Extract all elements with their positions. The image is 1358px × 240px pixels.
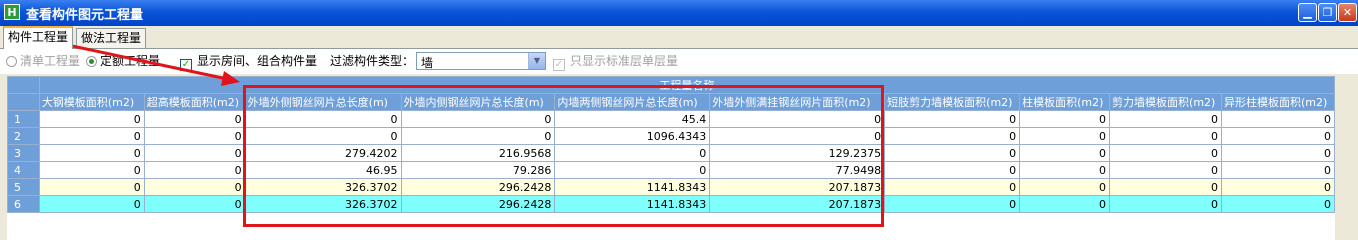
annotation-arrow-icon bbox=[43, 38, 240, 86]
tab-component-quantity[interactable]: 构件工程量 bbox=[3, 26, 74, 49]
